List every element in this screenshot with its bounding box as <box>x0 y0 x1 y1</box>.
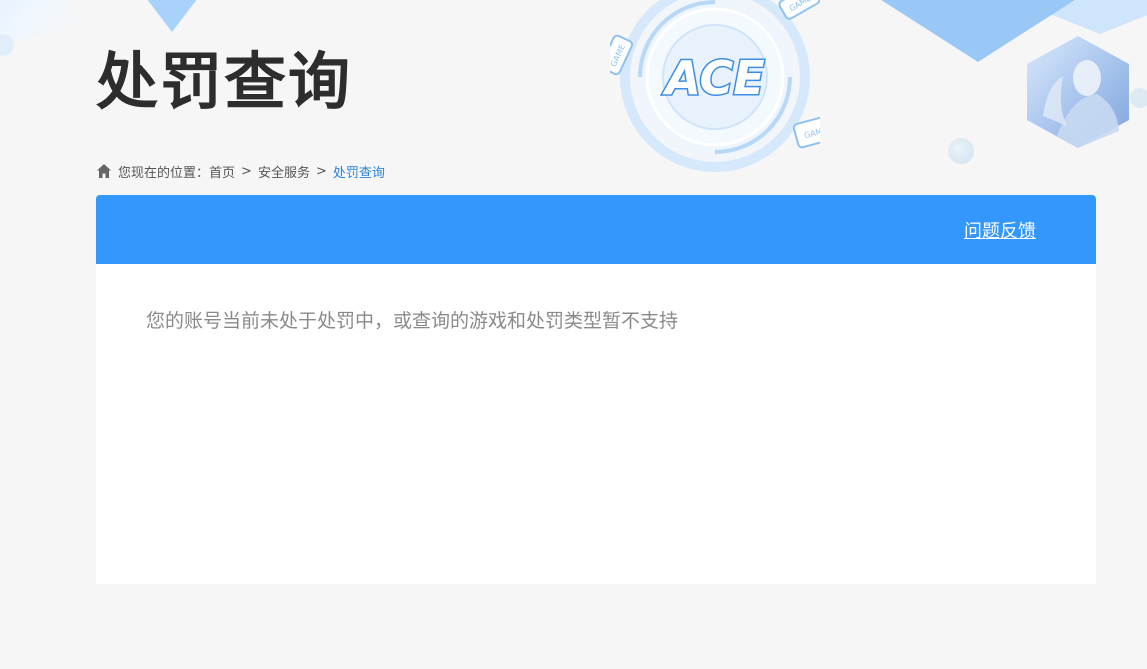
breadcrumb: 您现在的位置： 首页 > 安全服务 > 处罚查询 <box>96 161 385 181</box>
result-message: 您的账号当前未处于处罚中，或查询的游戏和处罚类型暂不支持 <box>146 310 679 332</box>
ace-logo: ACE GAME GAME GAME <box>610 0 820 181</box>
breadcrumb-prefix: 您现在的位置： <box>118 165 210 181</box>
page-title: 处罚查询 <box>96 45 353 118</box>
breadcrumb-home-link[interactable]: 首页 <box>209 162 235 181</box>
character-avatar <box>1027 36 1129 148</box>
page: ACE GAME GAME GAME 处罚查询 您现在的位置： 首页 > 安全服… <box>0 0 1147 669</box>
breadcrumb-current-page[interactable]: 处罚查询 <box>333 162 385 181</box>
breadcrumb-separator: > <box>241 163 252 179</box>
feedback-link[interactable]: 问题反馈 <box>964 217 1036 243</box>
ace-logo-text: ACE <box>662 51 764 105</box>
home-icon <box>97 164 111 178</box>
breadcrumb-separator: > <box>315 163 327 179</box>
breadcrumb-security-services-link[interactable]: 安全服务 <box>258 162 310 181</box>
result-card: 问题反馈 您的账号当前未处于处罚中，或查询的游戏和处罚类型暂不支持 <box>96 195 1096 584</box>
decorative-triangle <box>140 0 204 32</box>
card-body: 您的账号当前未处于处罚中，或查询的游戏和处罚类型暂不支持 <box>96 264 1096 375</box>
decorative-bubble <box>948 138 974 164</box>
card-header: 问题反馈 <box>96 195 1096 264</box>
decorative-bubble <box>1130 88 1147 108</box>
